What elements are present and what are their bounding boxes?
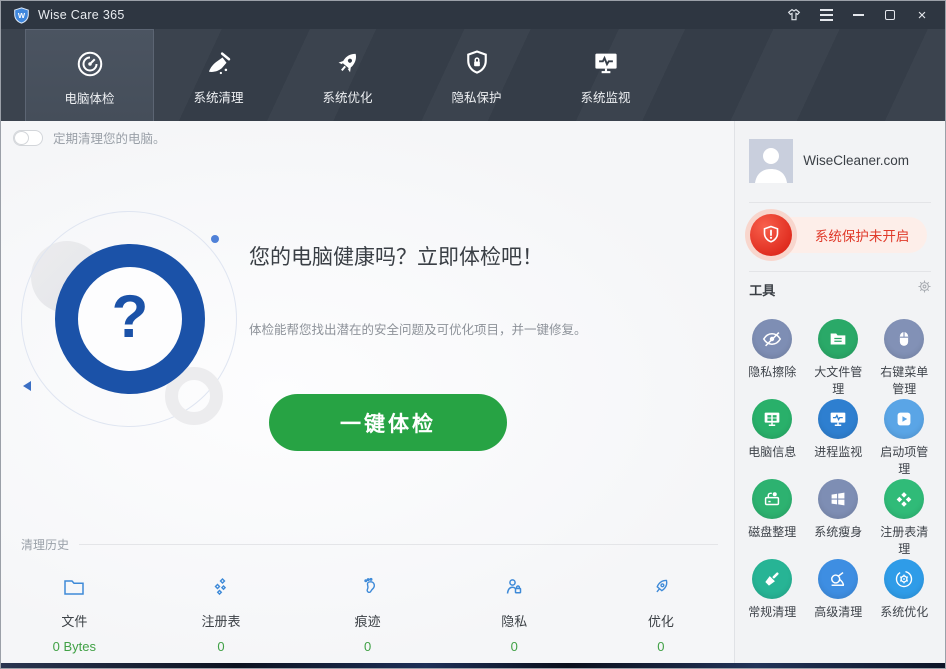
menu-icon[interactable]: [813, 4, 839, 26]
tab-label: 电脑体检: [64, 88, 114, 107]
tool-big-file-manager[interactable]: 大文件管理: [805, 319, 871, 399]
history-item-privacy: 隐私 0: [441, 575, 588, 654]
tool-advanced-cleaner[interactable]: 高级清理: [805, 559, 871, 639]
question-mark: ?: [112, 282, 149, 351]
close-icon[interactable]: ×: [909, 4, 935, 26]
mouse-icon: [884, 319, 924, 359]
monitor-pulse-icon: [591, 46, 621, 80]
history-item-tuneup: 优化 0: [588, 575, 735, 654]
cleaning-history: 清理历史 文件 0 Bytes 注册表: [1, 536, 734, 654]
tab-label: 系统优化: [322, 87, 372, 106]
tool-startup-manager[interactable]: 启动项管理: [871, 399, 937, 479]
folder-icon: [62, 575, 86, 604]
tab-label: 隐私保护: [451, 87, 501, 106]
tools-settings-gear-icon[interactable]: [916, 278, 933, 300]
tab-label: 系统监视: [580, 87, 630, 106]
window-controls: ×: [781, 4, 935, 26]
main-nav: 电脑体检 系统清理 系统优化 隐私保护 系统监视: [1, 29, 945, 121]
gear-ring-icon: [884, 559, 924, 599]
decor-blue-triangle: [23, 381, 31, 391]
eye-off-icon: [752, 319, 792, 359]
hero-description: 体检能帮您找出潜在的安全问题及可优化项目，并一键修复。: [249, 319, 587, 338]
monitor-grid-icon: [752, 399, 792, 439]
health-question-illustration: ?: [13, 209, 248, 434]
history-item-registry: 注册表 0: [148, 575, 295, 654]
diamonds-icon: [884, 479, 924, 519]
warning-shield-icon[interactable]: [745, 209, 797, 261]
tab-pc-checkup[interactable]: 电脑体检: [25, 29, 154, 121]
history-title: 清理历史: [21, 536, 69, 553]
schedule-clean-toggle[interactable]: [13, 130, 43, 146]
titlebar: W Wise Care 365 ×: [1, 1, 945, 29]
schedule-clean-label: 定期清理您的电脑。: [53, 128, 166, 147]
history-item-files: 文件 0 Bytes: [1, 575, 148, 654]
monitor-wave-icon: [818, 399, 858, 439]
sidebar-divider: [749, 271, 931, 272]
protection-warning-label: 系统保护未开启: [815, 225, 910, 245]
tool-pc-information[interactable]: 电脑信息: [739, 399, 805, 479]
big-file-icon: [818, 319, 858, 359]
app-logo-icon: W: [13, 7, 30, 24]
desktop-edge: [1, 663, 945, 668]
tab-privacy-protector[interactable]: 隐私保护: [412, 29, 541, 121]
tools-title: 工具: [749, 280, 775, 299]
rocket-icon: [333, 46, 363, 80]
tool-common-cleaner[interactable]: 常规清理: [739, 559, 805, 639]
tab-system-cleaner[interactable]: 系统清理: [154, 29, 283, 121]
minimize-icon[interactable]: [845, 4, 871, 26]
tool-system-slimming[interactable]: 系统瘦身: [805, 479, 871, 559]
tool-context-menu-manager[interactable]: 右键菜单管理: [871, 319, 937, 399]
tool-disk-defrag[interactable]: 磁盘整理: [739, 479, 805, 559]
sidebar: WiseCleaner.com 系统保护未开启 工具: [735, 121, 945, 663]
wise-care-365-window: W Wise Care 365 × 电脑体检 系统清理: [0, 0, 946, 669]
tools-grid: 隐私擦除 大文件管理 右键菜单管理: [739, 319, 941, 639]
radar-icon: [75, 47, 105, 81]
hero-heading: 您的电脑健康吗？立即体检吧！: [249, 241, 543, 271]
brush-icon: [752, 559, 792, 599]
maximize-icon[interactable]: [877, 4, 903, 26]
tool-system-tuneup[interactable]: 系统优化: [871, 559, 937, 639]
broom-icon: [204, 46, 234, 80]
windows-logo-icon: [818, 479, 858, 519]
vacuum-icon: [818, 559, 858, 599]
svg-text:W: W: [18, 11, 26, 20]
one-click-checkup-button[interactable]: 一键体检: [269, 394, 507, 451]
play-square-icon: [884, 399, 924, 439]
disk-icon: [752, 479, 792, 519]
tab-system-tuneup[interactable]: 系统优化: [283, 29, 412, 121]
sidebar-divider: [749, 202, 931, 203]
person-lock-icon: [502, 575, 526, 604]
footprint-icon: [356, 575, 380, 604]
tab-label: 系统清理: [193, 87, 243, 106]
checkup-panel: 定期清理您的电脑。 ? 您的电脑健康吗？立即体检吧！ 体检能帮您找出潜在的安全问…: [1, 121, 735, 663]
app-title: Wise Care 365: [38, 8, 781, 22]
registry-diamonds-icon: [209, 575, 233, 604]
tool-registry-cleaner[interactable]: 注册表清理: [871, 479, 937, 559]
decor-blue-dot: [211, 235, 219, 243]
avatar[interactable]: [749, 139, 793, 183]
question-ring: ?: [55, 244, 205, 394]
account-name[interactable]: WiseCleaner.com: [803, 153, 909, 168]
tab-system-monitor[interactable]: 系统监视: [541, 29, 670, 121]
history-divider: [79, 544, 718, 545]
rocket-outline-icon: [649, 575, 673, 604]
shield-lock-icon: [462, 46, 492, 80]
tool-process-monitor[interactable]: 进程监视: [805, 399, 871, 479]
history-item-traces: 痕迹 0: [294, 575, 441, 654]
tool-privacy-eraser[interactable]: 隐私擦除: [739, 319, 805, 399]
theme-skin-icon[interactable]: [781, 4, 807, 26]
